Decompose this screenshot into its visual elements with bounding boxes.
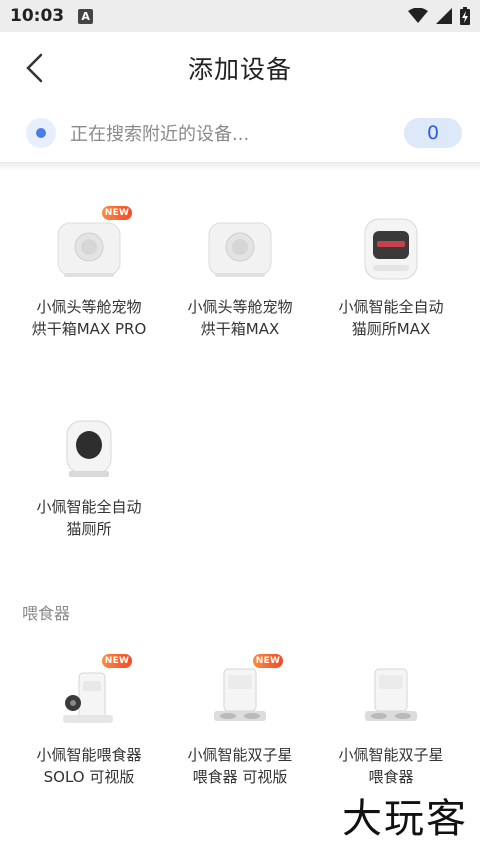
wifi-icon: [408, 8, 428, 23]
feeder-solo-icon: [63, 672, 113, 723]
device-name: 小佩头等舱宠物烘干箱MAX PRO: [31, 298, 147, 338]
litter-box-max-icon: [364, 218, 418, 280]
pet-dryer-icon: [57, 222, 121, 277]
device-item-litter-max[interactable]: 小佩智能全自动猫厕所MAX: [316, 200, 466, 340]
search-status-text: 正在搜索附近的设备...: [70, 124, 250, 145]
notification-app-icon: A: [78, 8, 94, 24]
device-item-feeder-solo-camera[interactable]: NEW 小佩智能喂食器 SOLO 可视版: [14, 648, 164, 788]
device-name: 小佩智能全自动猫厕所: [36, 498, 142, 538]
header-bar: 添加设备: [0, 32, 480, 102]
device-image: [165, 200, 315, 296]
device-image: [316, 648, 466, 744]
battery-icon: [460, 7, 470, 25]
new-badge: NEW: [253, 654, 283, 668]
feeder-twin-icon: [365, 668, 417, 721]
searching-indicator-icon: [26, 118, 56, 148]
device-name: 小佩智能双子星喂食器: [338, 746, 444, 786]
header-divider: [0, 162, 480, 170]
pet-dryer-icon: [208, 222, 272, 277]
device-item-dryer-max-pro[interactable]: NEW 小佩头等舱宠物烘干箱MAX PRO: [14, 200, 164, 340]
device-item-feeder-twin[interactable]: 小佩智能双子星喂食器: [316, 648, 466, 788]
device-image: [316, 200, 466, 296]
device-image: NEW: [14, 200, 164, 296]
status-time: 10:03: [10, 6, 65, 26]
search-status-bar: 正在搜索附近的设备... 0: [22, 112, 462, 154]
device-name: 小佩头等舱宠物烘干箱MAX: [187, 298, 293, 338]
device-image: NEW: [165, 648, 315, 744]
new-badge: NEW: [102, 654, 132, 668]
status-bar: 10:03 A: [0, 0, 480, 32]
device-name: 小佩智能喂食器 SOLO 可视版: [36, 746, 142, 786]
watermark-logo: 大玩客: [342, 796, 468, 842]
status-icons: [408, 7, 470, 25]
page-title: 添加设备: [187, 55, 292, 84]
device-name: 小佩智能全自动猫厕所MAX: [338, 298, 444, 338]
device-item-feeder-twin-camera[interactable]: NEW 小佩智能双子星喂食器 可视版: [165, 648, 315, 788]
device-item-dryer-max[interactable]: 小佩头等舱宠物烘干箱MAX: [165, 200, 315, 340]
signal-icon: [436, 8, 452, 24]
device-image: NEW: [14, 648, 164, 744]
section-title-feeders: 喂食器: [22, 604, 71, 623]
app-screen: 10:03 A 添加设备 正在搜索附近的设备... 0 NEW 小佩头等舱宠物烘…: [0, 0, 480, 854]
litter-box-icon: [66, 420, 112, 477]
new-badge: NEW: [102, 206, 132, 220]
feeder-twin-icon: [214, 668, 266, 721]
device-image: [14, 400, 164, 496]
found-device-count[interactable]: 0: [404, 118, 462, 148]
device-item-litter[interactable]: 小佩智能全自动猫厕所: [14, 400, 164, 540]
device-name: 小佩智能双子星喂食器 可视版: [187, 746, 293, 786]
